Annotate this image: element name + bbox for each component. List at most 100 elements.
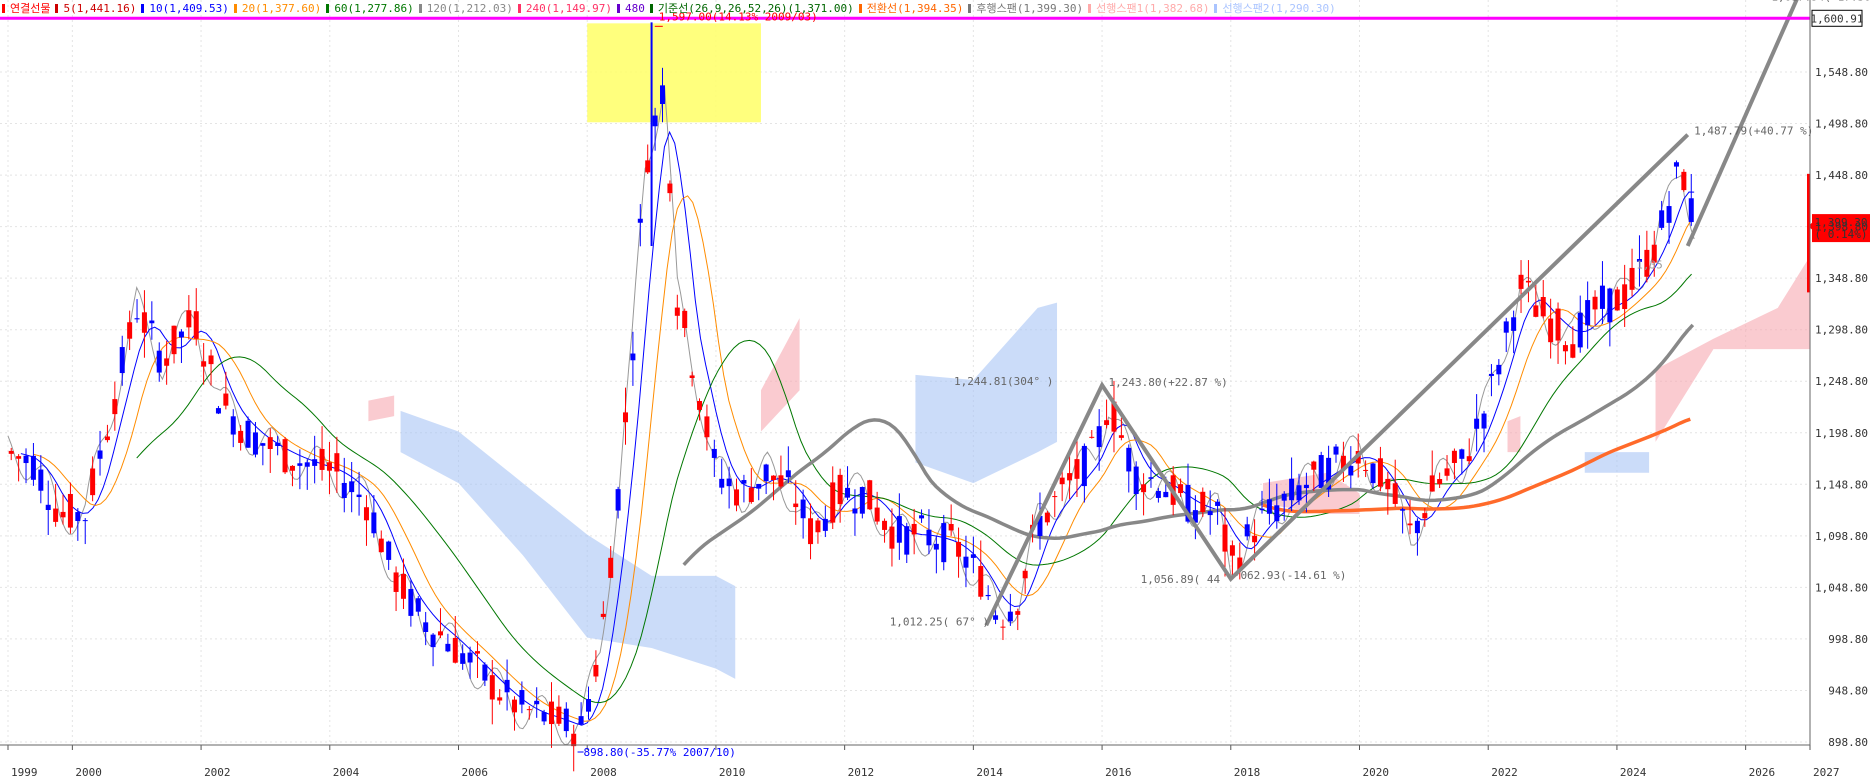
candle-down [896,516,902,543]
candle-up [1540,297,1546,317]
candle-up [674,307,680,316]
candle-up [437,631,443,636]
candle-up [112,399,118,415]
candle-up [593,664,599,677]
x-tick-label: 2018 [1234,766,1261,779]
candle-down [1096,426,1102,448]
price-chart[interactable]: 1,600.911,399.30( 0.14%) 898.80948.80998… [0,0,1873,780]
candle-up [282,439,288,473]
highlight-box [587,23,761,123]
candle-up [808,518,814,545]
cloud-bullish [1507,416,1521,453]
candle-down [578,716,584,725]
legend-item: 전환선(1,394.35) [858,2,963,15]
candle-down [1215,501,1221,506]
candle-up [948,524,954,531]
candle-down [1474,418,1480,429]
candle-up [748,487,754,503]
x-tick-label: 2012 [848,766,875,779]
candle-down [845,487,851,498]
legend-swatch [55,4,59,13]
candle-up [1067,473,1073,481]
candle-up [1622,284,1628,310]
y-tick-label: 1,248.80 [1815,375,1868,388]
candle-down [82,520,88,522]
candle-up [1104,420,1110,425]
candle-up [1614,289,1620,311]
candle-down [630,353,636,361]
candle-up [1141,484,1147,493]
candle-up [1377,458,1383,487]
annotation-target: 1,617.94(+17.30 %) [1771,0,1873,4]
candle-down [852,508,858,514]
candle-up [734,489,740,506]
candle-up [911,523,917,535]
candle-up [223,393,229,406]
candle-down [785,470,791,478]
candle-up [1525,280,1531,283]
candle-down [30,455,36,480]
x-tick-label: 2022 [1491,766,1518,779]
candle-down [415,598,421,612]
y-tick-label: 948.80 [1828,684,1868,697]
candle-up [497,697,503,701]
candle-down [1481,413,1487,429]
candle-up [874,507,880,522]
candle-up [1200,491,1206,513]
candle-down [534,700,540,705]
x-tick-label: 2014 [976,766,1003,779]
candle-down [1673,162,1679,167]
candle-up [171,325,177,355]
x-tick-label: 2004 [333,766,360,779]
candle-up [697,400,703,410]
candle-up [837,474,843,505]
candle-up [53,508,59,522]
candle-up [682,310,688,328]
candle-down [711,448,717,458]
candle-up [778,475,784,487]
candle-up [1407,523,1413,526]
legend-item: 480 [616,2,645,15]
x-tick-label: 2002 [204,766,231,779]
candle-up [67,493,73,528]
legend-label: 선행스팬2(1,290.30) [1222,2,1336,15]
candle-up [1422,513,1428,519]
candle-up [1252,535,1258,543]
annotation-low: 898.80(-35.77% 2007/10) [584,746,736,759]
legend-label: 후행스팬(1,399.30) [976,2,1084,15]
candle-up [164,358,170,366]
candle-down [230,416,236,435]
x-tick-label: 2000 [75,766,102,779]
candle-down [563,708,569,732]
candle-up [1178,484,1184,494]
candle-down [156,350,162,373]
candle-up [474,651,480,654]
candle-up [1044,512,1050,523]
candle-up [326,462,332,471]
candle-down [445,643,451,652]
candle-up [1451,450,1457,463]
x-tick-label: 2008 [590,766,617,779]
candle-down [482,664,488,681]
candle-down [1503,321,1509,333]
y-tick-label: 1,198.80 [1815,427,1868,440]
candle-up [1392,483,1398,504]
candle-down [1488,373,1494,376]
legend-item: 60(1,277.86) [326,2,414,15]
candle-down [371,512,377,534]
candle-up [1629,267,1635,290]
candle-up [1000,626,1006,628]
candle-up [1562,345,1568,352]
candle-down [1081,445,1087,487]
candle-up [393,572,399,592]
candle-down [1666,206,1672,223]
y-tick-label: 1,298.80 [1815,324,1868,337]
candle-up [141,312,147,333]
candle-down [1274,505,1280,522]
candle-up [623,412,629,423]
candle-down [859,487,865,514]
legend-swatch [858,4,862,13]
annotation-low-2018: 1,056.89( 44 [1141,573,1221,586]
candle-down [45,504,51,510]
chart-root[interactable]: 1,600.91 1,399.30( 0.14%) 898.80 948.80 998… [0,0,1873,780]
